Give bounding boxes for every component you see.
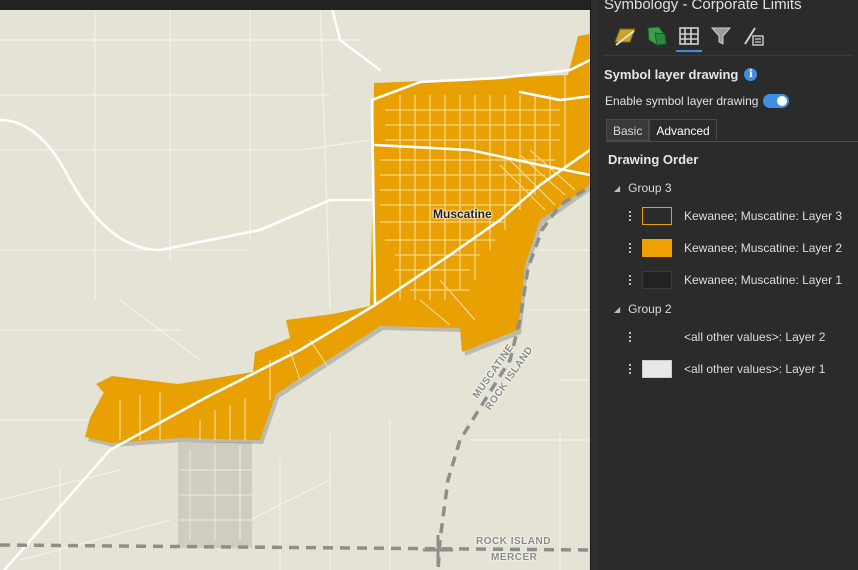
symbology-pane: Symbology - Corporate Limits Symbol laye… — [598, 0, 858, 570]
pane-title: Symbology - Corporate Limits — [604, 0, 802, 13]
symbol-swatch — [642, 207, 672, 225]
layer-row[interactable]: Kewanee; Muscatine: Layer 1 — [626, 268, 842, 292]
info-icon[interactable]: i — [744, 68, 758, 81]
toggle-row: Enable symbol layer drawing — [605, 94, 790, 108]
more-options-button[interactable] — [740, 22, 766, 50]
drag-handle-icon[interactable] — [626, 364, 634, 374]
layer-row[interactable]: Kewanee; Muscatine: Layer 2 — [626, 236, 842, 260]
tab-bar: Basic Advanced — [606, 119, 717, 141]
collapse-caret-icon[interactable]: ◢ — [614, 184, 620, 193]
drag-handle-icon[interactable] — [626, 275, 634, 285]
layer-label: Kewanee; Muscatine: Layer 3 — [684, 209, 843, 223]
pane-splitter[interactable] — [590, 0, 598, 570]
symbol-swatch — [642, 328, 672, 346]
symbol-swatch — [642, 239, 672, 257]
layer-row[interactable]: <all other values>: Layer 2 — [626, 325, 825, 349]
tab-advanced[interactable]: Advanced — [649, 119, 717, 141]
enable-symbol-layer-drawing-toggle[interactable] — [763, 94, 790, 108]
map-canvas[interactable] — [0, 0, 590, 570]
vary-symbology-icon — [647, 26, 667, 46]
collapse-caret-icon[interactable]: ◢ — [614, 305, 620, 314]
boundary-label-mercer: MERCER — [491, 552, 538, 563]
primary-symbology-button[interactable] — [612, 22, 638, 50]
symbol-layer-drawing-button[interactable] — [676, 22, 702, 52]
filter-icon — [710, 27, 732, 45]
section-header: Symbol layer drawing i — [604, 67, 758, 82]
group-3-header[interactable]: ◢ Group 3 — [614, 181, 672, 195]
layer-label: Kewanee; Muscatine: Layer 1 — [684, 273, 843, 287]
toggle-label: Enable symbol layer drawing — [605, 94, 759, 108]
layer-label: Kewanee; Muscatine: Layer 2 — [684, 241, 843, 255]
map-view[interactable]: Muscatine MUSCATINE ROCK ISLAND ROCK ISL… — [0, 0, 590, 570]
rail-crossing — [423, 535, 453, 565]
toolbar-separator — [604, 55, 852, 56]
symbol-layer-drawing-icon — [679, 27, 699, 45]
drag-handle-icon[interactable] — [626, 243, 634, 253]
vary-symbology-button[interactable] — [644, 22, 670, 50]
drawing-order-title: Drawing Order — [608, 152, 699, 167]
tab-basic[interactable]: Basic — [606, 119, 650, 141]
symbol-swatch — [642, 360, 672, 378]
symbology-toolbar — [612, 22, 766, 52]
tab-underline — [606, 141, 858, 142]
more-options-icon — [744, 27, 764, 46]
boundary-label-rock-island: ROCK ISLAND — [476, 536, 551, 547]
drag-handle-icon[interactable] — [626, 332, 634, 342]
symbol-swatch — [642, 271, 672, 289]
layer-row[interactable]: Kewanee; Muscatine: Layer 3 — [626, 204, 842, 228]
map-top-bar — [0, 0, 590, 10]
layer-label: <all other values>: Layer 2 — [684, 330, 826, 344]
primary-symbology-icon — [614, 28, 636, 46]
group-2-header[interactable]: ◢ Group 2 — [614, 302, 672, 316]
city-label: Muscatine — [433, 207, 492, 221]
group-label: Group 2 — [628, 302, 672, 316]
filter-button[interactable] — [708, 22, 734, 50]
layer-label: <all other values>: Layer 1 — [684, 362, 826, 376]
group-label: Group 3 — [628, 181, 672, 195]
drag-handle-icon[interactable] — [626, 211, 634, 221]
section-title: Symbol layer drawing — [604, 67, 739, 82]
layer-row[interactable]: <all other values>: Layer 1 — [626, 357, 825, 381]
